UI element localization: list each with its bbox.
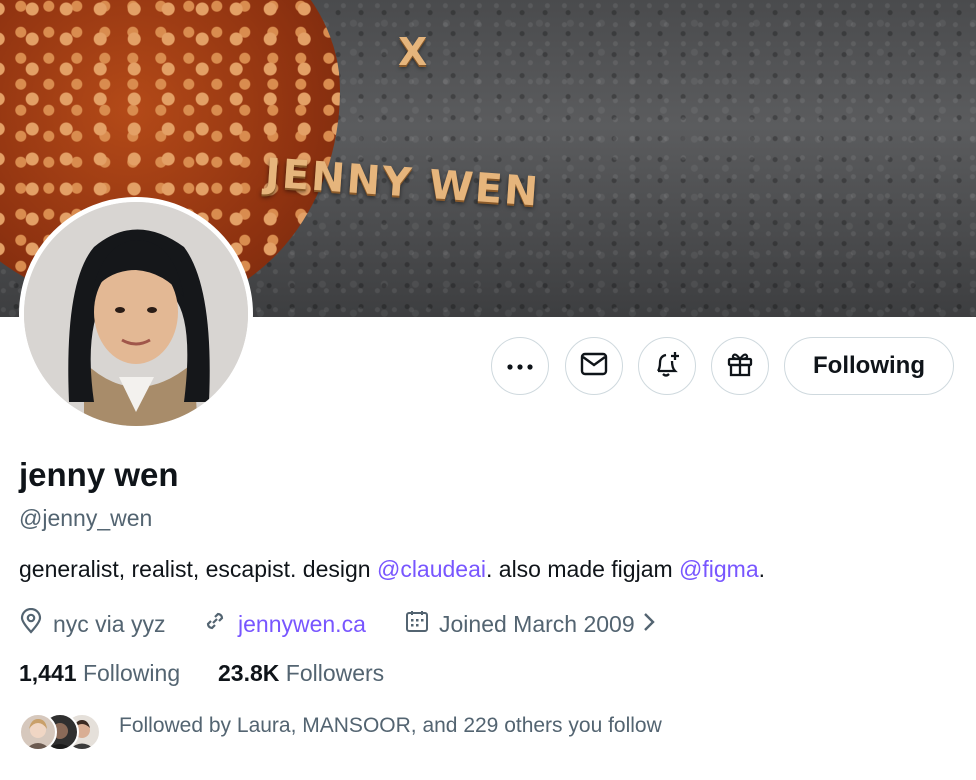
website-item: jennywen.ca [202,608,366,640]
following-stat[interactable]: 1,441 Following [19,660,180,687]
notify-button[interactable] [638,337,696,395]
follower-avatar [19,713,57,751]
location-text: nyc via yyz [53,610,166,637]
user-handle: @jenny_wen [19,505,153,531]
more-button[interactable] [491,337,549,395]
following-count: 1,441 [19,660,77,686]
location-pin-icon [19,607,53,640]
banner-pasta-x: X [398,30,428,74]
more-icon [507,357,533,375]
profile-actions: Following [0,337,976,397]
followers-label: Followers [285,660,385,686]
location-item: nyc via yyz [19,607,166,640]
profile-bio: generalist, realist, escapist. design @c… [19,556,765,583]
link-icon [202,608,238,640]
gift-icon [726,350,754,383]
bell-plus-icon [652,349,682,384]
website-link[interactable]: jennywen.ca [238,611,366,638]
bio-text-middle: . also made figjam [486,556,680,582]
followed-by-text: Followed by Laura, MANSOOR, and 229 othe… [119,714,662,737]
joined-item[interactable]: Joined March 2009 [405,608,665,640]
followers-stat[interactable]: 23.8K Followers [218,660,384,687]
mention-claudeai-link[interactable]: @claudeai [377,556,486,582]
followers-count: 23.8K [218,660,280,686]
bio-text-prefix: generalist, realist, escapist. design [19,556,377,582]
chevron-right-icon [643,611,665,638]
joined-text: Joined March 2009 [439,610,635,637]
gift-button[interactable] [711,337,769,395]
following-button[interactable]: Following [784,337,954,395]
mention-figma-link[interactable]: @figma [679,556,759,582]
calendar-icon [405,609,439,639]
display-name: jenny wen [19,456,179,493]
following-label: Following [82,660,181,686]
mail-icon [580,352,608,381]
message-button[interactable] [565,337,623,395]
bio-text-suffix: . [758,556,766,582]
